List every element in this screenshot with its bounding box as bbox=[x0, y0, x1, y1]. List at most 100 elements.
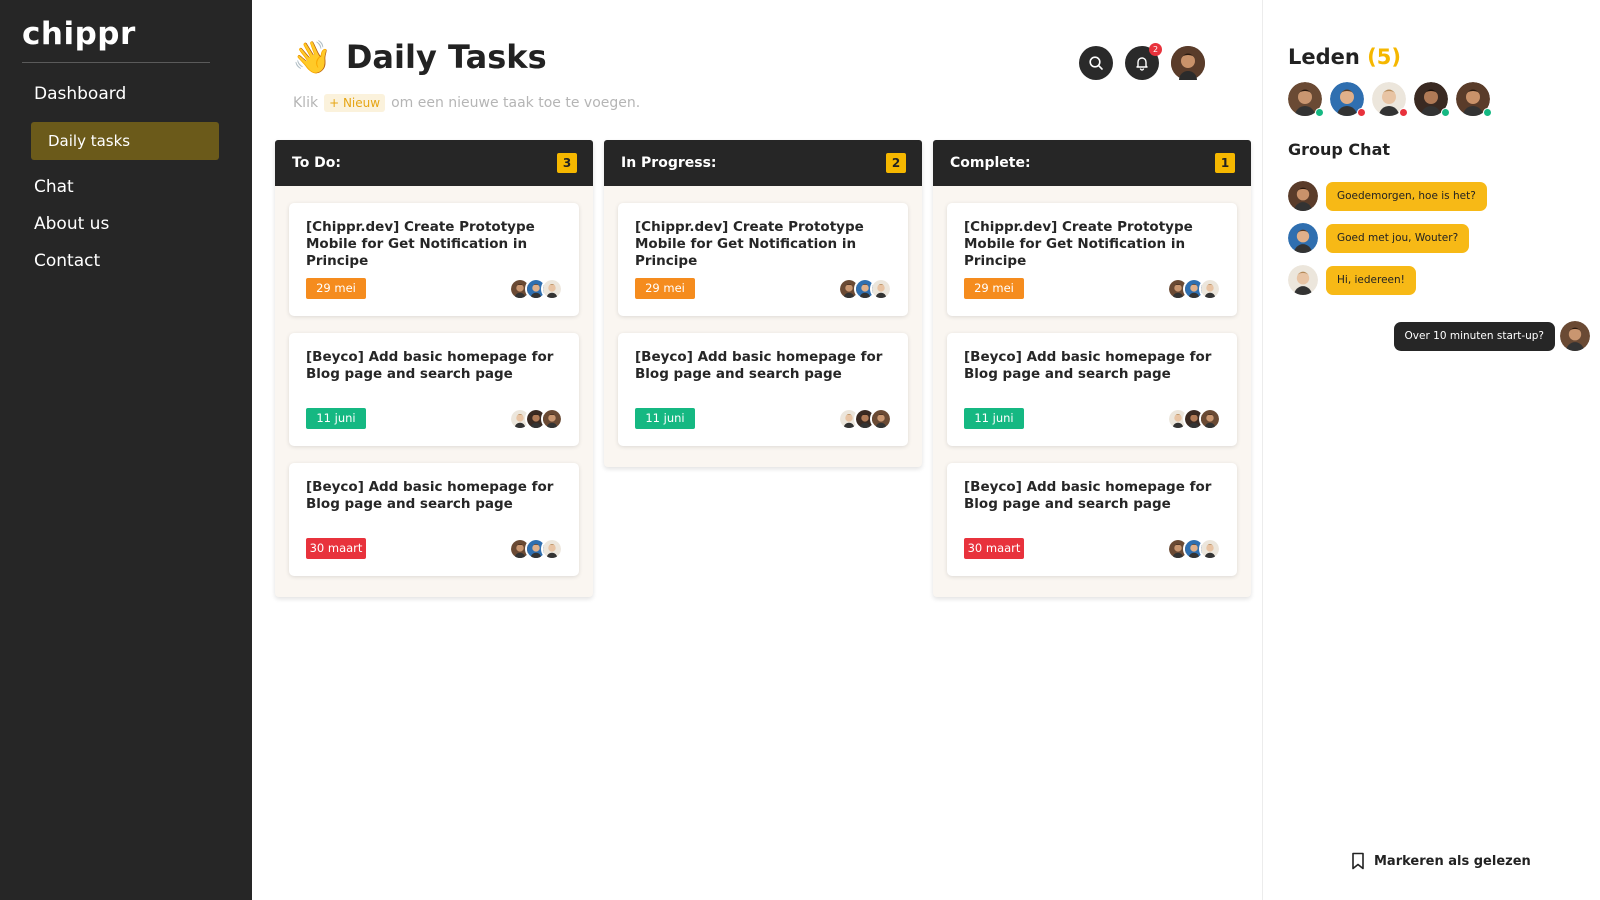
sender-avatar[interactable] bbox=[1288, 223, 1318, 253]
task-card[interactable]: [Beyco] Add basic homepage for Blog page… bbox=[618, 333, 908, 446]
task-card[interactable]: [Chippr.dev] Create Prototype Mobile for… bbox=[618, 203, 908, 316]
assignee-avatars bbox=[1167, 278, 1221, 300]
column-header: Complete: 1 bbox=[933, 140, 1251, 186]
task-title: [Beyco] Add basic homepage for Blog page… bbox=[964, 349, 1212, 382]
assignee-avatars bbox=[838, 408, 892, 430]
user-avatar[interactable] bbox=[1171, 46, 1205, 80]
assignee-avatar[interactable] bbox=[541, 278, 563, 300]
bookmark-icon bbox=[1352, 852, 1364, 870]
sidebar: chippr Dashboard Daily tasks Chat About … bbox=[0, 0, 252, 900]
due-date-badge: 11 juni bbox=[635, 408, 695, 429]
column-body: [Chippr.dev] Create Prototype Mobile for… bbox=[933, 186, 1251, 597]
nav-item-about-us[interactable]: About us bbox=[34, 214, 109, 234]
assignee-avatars bbox=[1167, 538, 1221, 560]
column-header: To Do: 3 bbox=[275, 140, 593, 186]
status-dot bbox=[1315, 108, 1324, 117]
column-title: Complete: bbox=[950, 155, 1031, 171]
due-date-badge: 29 mei bbox=[635, 278, 695, 299]
column-in-progress: In Progress: 2 [Chippr.dev] Create Prototy… bbox=[604, 140, 922, 467]
user-avatar-icon bbox=[1171, 46, 1205, 80]
hint-text-after: om een nieuwe taak toe te voegen. bbox=[391, 95, 641, 111]
members-title: Leden bbox=[1288, 45, 1360, 69]
task-title: [Chippr.dev] Create Prototype Mobile for… bbox=[964, 219, 1193, 269]
assignee-avatars bbox=[509, 408, 563, 430]
assignee-avatars bbox=[1167, 408, 1221, 430]
column-header: In Progress: 2 bbox=[604, 140, 922, 186]
sender-avatar[interactable] bbox=[1288, 181, 1318, 211]
task-card[interactable]: [Beyco] Add basic homepage for Blog page… bbox=[947, 333, 1237, 446]
assignee-avatar[interactable] bbox=[1199, 278, 1221, 300]
group-chat-title: Group Chat bbox=[1288, 140, 1391, 159]
assignee-avatar[interactable] bbox=[541, 408, 563, 430]
chat-message: Over 10 minuten start-up? bbox=[1393, 322, 1555, 351]
nav-item-contact[interactable]: Contact bbox=[34, 251, 100, 271]
assignee-avatar[interactable] bbox=[541, 538, 563, 560]
column-count-badge: 1 bbox=[1215, 153, 1235, 173]
task-title: [Beyco] Add basic homepage for Blog page… bbox=[306, 479, 554, 512]
mark-as-read-button[interactable]: Markeren als gelezen bbox=[1351, 852, 1531, 870]
due-date-badge: 11 juni bbox=[964, 408, 1024, 429]
assignee-avatar[interactable] bbox=[1199, 538, 1221, 560]
task-card[interactable]: [Beyco] Add basic homepage for Blog page… bbox=[947, 463, 1237, 576]
assignee-avatars bbox=[509, 538, 563, 560]
task-card[interactable]: [Beyco] Add basic homepage for Blog page… bbox=[289, 463, 579, 576]
logo-divider bbox=[22, 62, 210, 63]
due-date-badge: 29 mei bbox=[964, 278, 1024, 299]
waving-hand-icon: 👋 bbox=[292, 38, 332, 76]
nav-item-dashboard[interactable]: Dashboard bbox=[34, 84, 126, 104]
chat-message: Hi, iedereen! bbox=[1326, 266, 1416, 295]
logo[interactable]: chippr bbox=[22, 16, 136, 52]
sender-avatar[interactable] bbox=[1288, 265, 1318, 295]
member-avatar[interactable] bbox=[1372, 82, 1408, 117]
task-title: [Beyco] Add basic homepage for Blog page… bbox=[635, 349, 883, 382]
task-card[interactable]: [Chippr.dev] Create Prototype Mobile for… bbox=[947, 203, 1237, 316]
status-dot bbox=[1357, 108, 1366, 117]
task-card[interactable]: [Chippr.dev] Create Prototype Mobile for… bbox=[289, 203, 579, 316]
column-count-badge: 3 bbox=[557, 153, 577, 173]
task-card[interactable]: [Beyco] Add basic homepage for Blog page… bbox=[289, 333, 579, 446]
sender-avatar[interactable] bbox=[1560, 321, 1590, 351]
chat-message: Goedemorgen, hoe is het? bbox=[1326, 182, 1487, 211]
notifications-button[interactable]: 2 bbox=[1125, 43, 1162, 80]
due-date-badge: 29 mei bbox=[306, 278, 366, 299]
member-avatar[interactable] bbox=[1414, 82, 1450, 117]
task-title: [Chippr.dev] Create Prototype Mobile for… bbox=[635, 219, 864, 269]
notification-count-badge: 2 bbox=[1149, 43, 1162, 56]
due-date-badge: 30 maart bbox=[306, 538, 366, 559]
page-title-text: Daily Tasks bbox=[345, 38, 547, 76]
members-chat-panel: Leden (5) Group Chat Goedemorgen, hoe is… bbox=[1262, 0, 1600, 900]
due-date-badge: 11 juni bbox=[306, 408, 366, 429]
assignee-avatar[interactable] bbox=[1199, 408, 1221, 430]
assignee-avatar[interactable] bbox=[870, 278, 892, 300]
member-avatar[interactable] bbox=[1456, 82, 1492, 117]
mark-as-read-label: Markeren als gelezen bbox=[1374, 853, 1531, 869]
members-count: (5) bbox=[1367, 45, 1401, 69]
column-count-badge: 2 bbox=[886, 153, 906, 173]
column-todo: To Do: 3 [Chippr.dev] Create Prototype Mob… bbox=[275, 140, 593, 597]
assignee-avatar[interactable] bbox=[870, 408, 892, 430]
bell-icon bbox=[1136, 57, 1148, 71]
task-title: [Beyco] Add basic homepage for Blog page… bbox=[306, 349, 554, 382]
column-title: To Do: bbox=[292, 155, 342, 171]
status-dot bbox=[1441, 108, 1450, 117]
column-body: [Chippr.dev] Create Prototype Mobile for… bbox=[604, 186, 922, 467]
nav-item-chat[interactable]: Chat bbox=[34, 177, 74, 197]
task-title: [Beyco] Add basic homepage for Blog page… bbox=[964, 479, 1212, 512]
members-heading: Leden (5) bbox=[1288, 45, 1401, 69]
status-dot bbox=[1399, 108, 1408, 117]
assignee-avatars bbox=[838, 278, 892, 300]
nav-item-daily-tasks[interactable]: Daily tasks bbox=[31, 122, 219, 160]
new-task-button[interactable]: + Nieuw bbox=[324, 94, 386, 112]
search-button[interactable] bbox=[1079, 46, 1113, 80]
task-title: [Chippr.dev] Create Prototype Mobile for… bbox=[306, 219, 535, 269]
status-dot bbox=[1483, 108, 1492, 117]
hint-text-before: Klik bbox=[293, 95, 319, 111]
chat-message: Goed met jou, Wouter? bbox=[1326, 224, 1470, 253]
member-avatar[interactable] bbox=[1330, 82, 1366, 117]
column-title: In Progress: bbox=[621, 155, 717, 171]
assignee-avatars bbox=[509, 278, 563, 300]
column-complete: Complete: 1 [Chippr.dev] Create Prototype … bbox=[933, 140, 1251, 597]
due-date-badge: 30 maart bbox=[964, 538, 1024, 559]
member-avatar[interactable] bbox=[1288, 82, 1324, 117]
page-title: 👋 Daily Tasks bbox=[292, 38, 547, 76]
